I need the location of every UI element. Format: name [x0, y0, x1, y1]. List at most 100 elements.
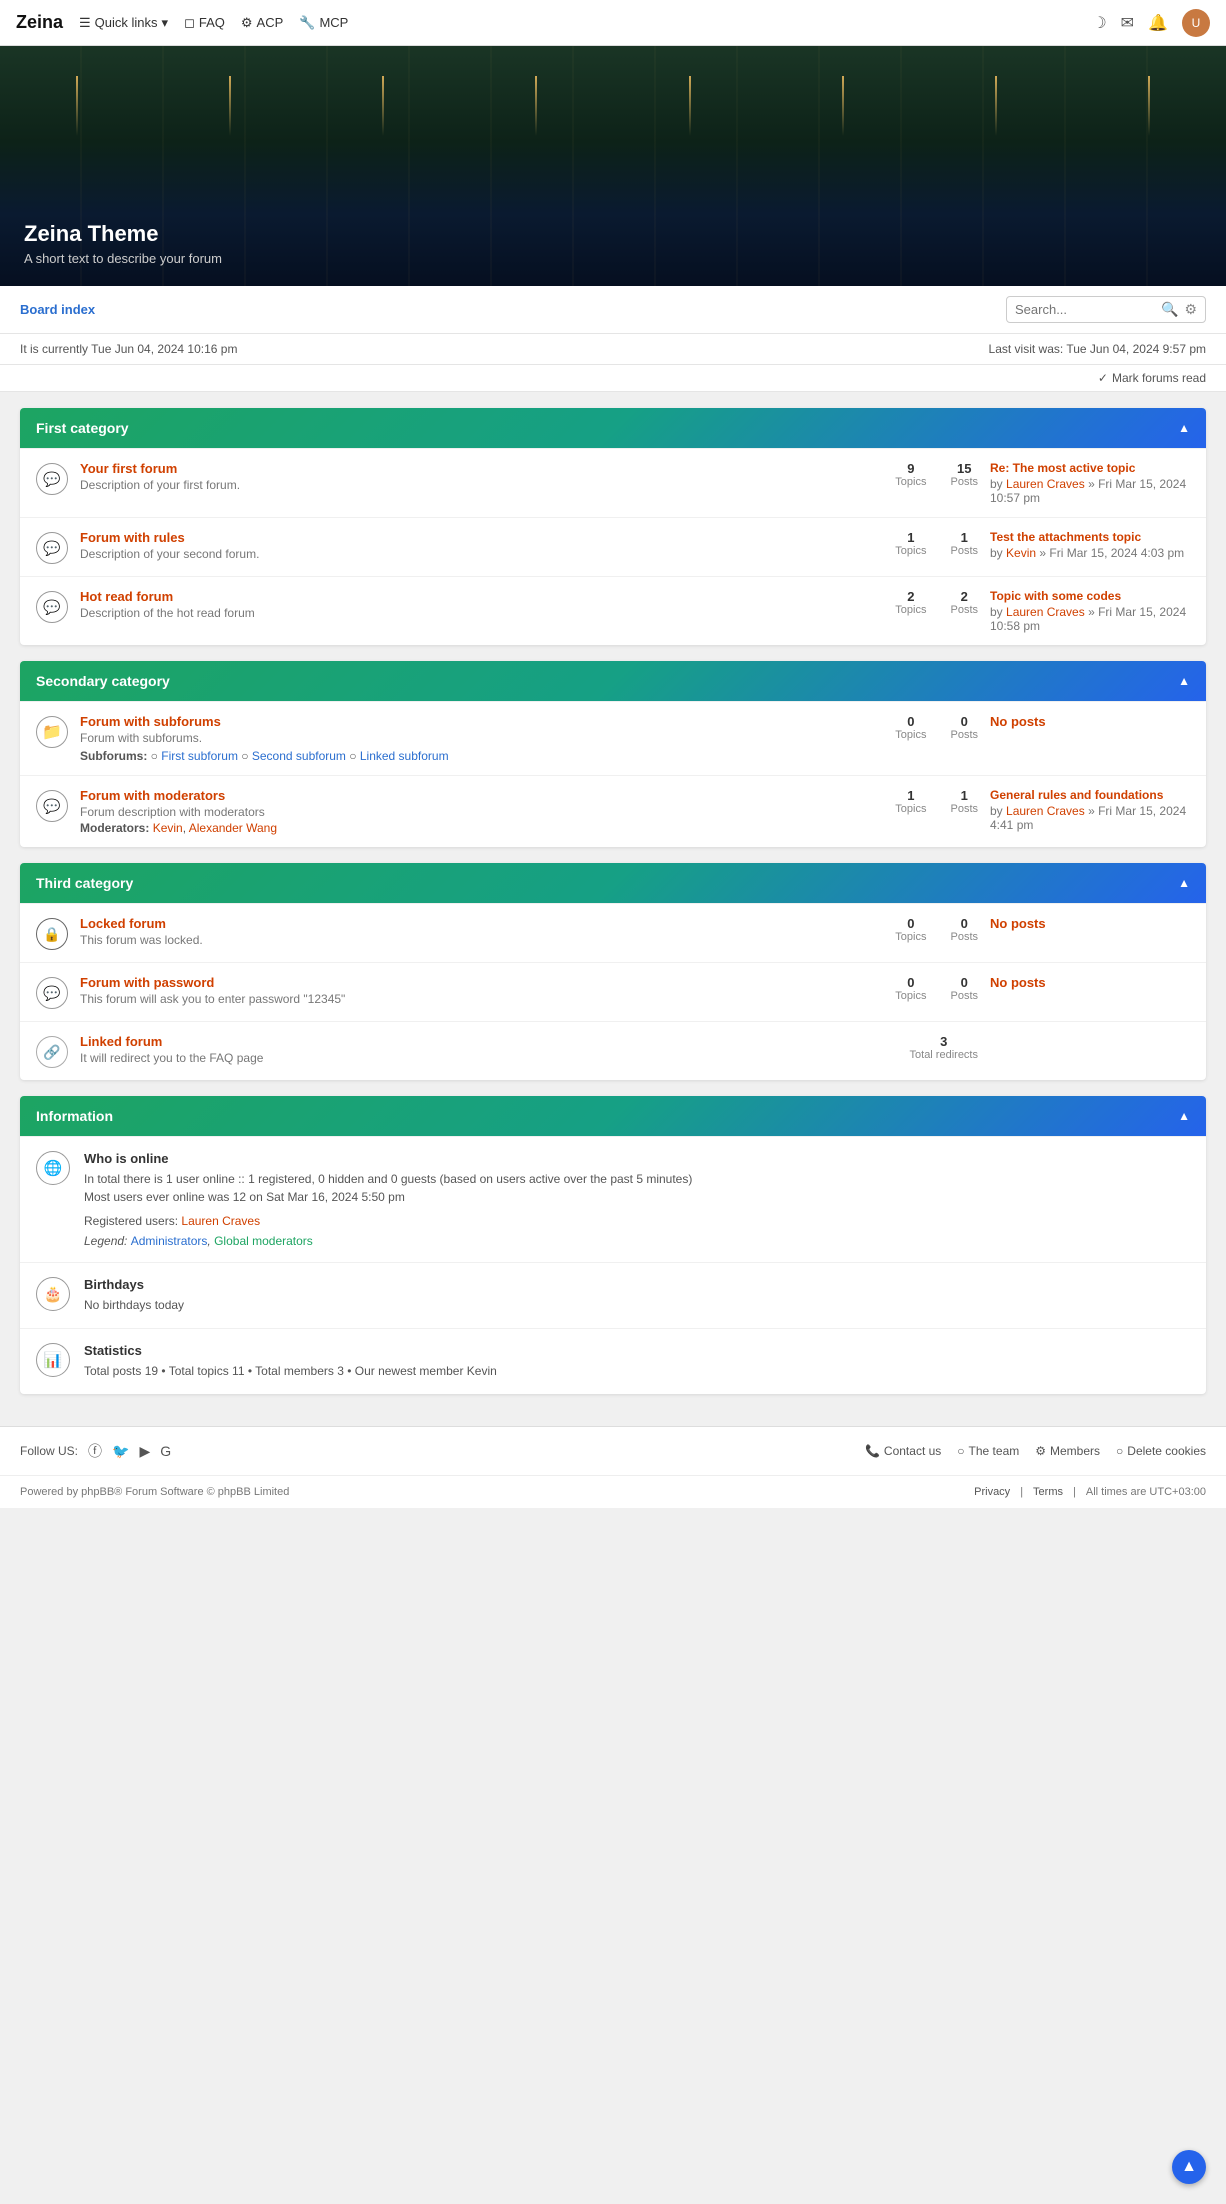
forum-name-link[interactable]: Forum with moderators: [80, 788, 225, 803]
hamburger-icon: ☰: [79, 15, 91, 31]
forum-stats: 0 Topics 0 Posts: [895, 714, 978, 741]
category-information-header[interactable]: Information ▲: [20, 1096, 1206, 1136]
moderator-link-2[interactable]: Alexander Wang: [189, 821, 277, 835]
facebook-icon[interactable]: ⓕ: [88, 1441, 102, 1461]
theme-toggle-icon[interactable]: ☽: [1092, 13, 1106, 33]
privacy-link[interactable]: Privacy: [974, 1486, 1010, 1498]
topics-label: Topics: [895, 476, 926, 488]
birthdays-row: 🎂 Birthdays No birthdays today: [20, 1262, 1206, 1328]
who-is-online-text: In total there is 1 user online :: 1 reg…: [84, 1170, 1190, 1206]
forum-name-link[interactable]: Your first forum: [80, 461, 177, 476]
forum-icon: 💬: [36, 591, 68, 623]
forum-posts-stat: 0 Posts: [950, 916, 978, 943]
forum-name-link[interactable]: Hot read forum: [80, 589, 173, 604]
forum-last-post: No posts: [990, 714, 1190, 729]
last-visit: Last visit was: Tue Jun 04, 2024 9:57 pm: [989, 342, 1206, 356]
forum-stats: 1 Topics 1 Posts: [895, 788, 978, 815]
search-settings-icon[interactable]: ⚙: [1184, 301, 1197, 318]
category-secondary-title: Secondary category: [36, 673, 170, 689]
last-post-author[interactable]: Lauren Craves: [1006, 477, 1085, 491]
forum-icon-locked: 🔒: [36, 918, 68, 950]
forum-topics-stat: 2 Topics: [895, 589, 926, 616]
statistics-row: 📊 Statistics Total posts 19 • Total topi…: [20, 1328, 1206, 1394]
forum-posts-stat: 2 Posts: [950, 589, 978, 616]
forum-desc: Forum with subforums.: [80, 731, 883, 745]
site-brand: Zeina: [16, 12, 63, 33]
scroll-top-button[interactable]: ▲: [1172, 2150, 1206, 2184]
forum-row: 💬 Hot read forum Description of the hot …: [20, 576, 1206, 645]
delete-cookies-link[interactable]: ○ Delete cookies: [1116, 1444, 1206, 1458]
faq-link[interactable]: ◻ FAQ: [184, 15, 225, 31]
statistics-content: Statistics Total posts 19 • Total topics…: [84, 1343, 1190, 1380]
mcp-link[interactable]: 🔧 MCP: [299, 15, 348, 31]
category-information: Information ▲ 🌐 Who is online In total t…: [20, 1096, 1206, 1394]
last-post-link[interactable]: Re: The most active topic: [990, 461, 1135, 475]
forum-name-link[interactable]: Locked forum: [80, 916, 166, 931]
posts-label: Posts: [950, 931, 978, 943]
notification-icon[interactable]: 🔔: [1148, 13, 1168, 33]
last-post-link[interactable]: General rules and foundations: [990, 788, 1163, 802]
redirects-count: 3: [910, 1034, 978, 1049]
chevron-down-icon: ▾: [162, 15, 169, 31]
birthdays-text: No birthdays today: [84, 1296, 1190, 1314]
globe-icon: 🌐: [36, 1151, 70, 1185]
acp-link[interactable]: ⚙ ACP: [241, 15, 283, 31]
mark-forums-read-button[interactable]: ✓ Mark forums read: [1098, 371, 1206, 385]
global-moderators-link[interactable]: Global moderators: [214, 1234, 313, 1248]
search-input[interactable]: [1015, 302, 1155, 317]
youtube-icon[interactable]: ▶: [139, 1443, 150, 1460]
google-icon[interactable]: G: [160, 1443, 171, 1459]
navbar-right: ☽ ✉ 🔔 U: [1092, 9, 1210, 37]
the-team-link[interactable]: ○ The team: [957, 1444, 1019, 1458]
breadcrumb[interactable]: Board index: [20, 302, 95, 317]
forum-name-link[interactable]: Linked forum: [80, 1034, 162, 1049]
moderator-link-1[interactable]: Kevin: [153, 821, 183, 835]
twitter-icon[interactable]: 🐦: [112, 1443, 129, 1460]
category-third-header[interactable]: Third category ▲: [20, 863, 1206, 903]
forum-posts-stat: 1 Posts: [950, 530, 978, 557]
members-link[interactable]: ⚙ Members: [1035, 1444, 1100, 1458]
search-icon[interactable]: 🔍: [1161, 301, 1178, 318]
posts-count: 2: [950, 589, 978, 604]
mail-icon[interactable]: ✉: [1121, 13, 1134, 33]
subforum-link-2[interactable]: Second subforum: [252, 749, 346, 763]
category-first-header[interactable]: First category ▲: [20, 408, 1206, 448]
forum-desc: Description of your second forum.: [80, 547, 883, 561]
forum-info: Forum with subforums Forum with subforum…: [80, 714, 883, 763]
avatar[interactable]: U: [1182, 9, 1210, 37]
forum-name-link[interactable]: Forum with subforums: [80, 714, 221, 729]
subforum-link-3[interactable]: Linked subforum: [360, 749, 449, 763]
posts-label: Posts: [950, 476, 978, 488]
forum-name-link[interactable]: Forum with rules: [80, 530, 185, 545]
posts-count: 0: [950, 975, 978, 990]
who-is-online-content: Who is online In total there is 1 user o…: [84, 1151, 1190, 1248]
follow-us: Follow US: ⓕ 🐦 ▶ G: [20, 1441, 171, 1461]
terms-link[interactable]: Terms: [1033, 1486, 1063, 1498]
forum-info: Linked forum It will redirect you to the…: [80, 1034, 898, 1065]
last-post-author[interactable]: Kevin: [1006, 546, 1036, 560]
breadcrumb-bar: Board index 🔍 ⚙: [0, 286, 1226, 334]
forum-posts-stat: 15 Posts: [950, 461, 978, 488]
forum-row: 💬 Your first forum Description of your f…: [20, 448, 1206, 517]
forum-desc: Description of your first forum.: [80, 478, 883, 492]
birthday-icon: 🎂: [36, 1277, 70, 1311]
registered-user-link[interactable]: Lauren Craves: [181, 1214, 260, 1228]
posts-label: Posts: [950, 729, 978, 741]
forum-name-link[interactable]: Forum with password: [80, 975, 214, 990]
forum-row: 💬 Forum with password This forum will as…: [20, 962, 1206, 1021]
posts-label: Posts: [950, 990, 978, 1002]
administrators-link[interactable]: Administrators: [131, 1234, 208, 1248]
last-post-author[interactable]: Lauren Craves: [1006, 605, 1085, 619]
last-post-link[interactable]: Test the attachments topic: [990, 530, 1141, 544]
last-post-author[interactable]: Lauren Craves: [1006, 804, 1085, 818]
forum-row: 💬 Forum with moderators Forum descriptio…: [20, 775, 1206, 847]
team-icon: ○: [957, 1444, 964, 1458]
topics-count: 1: [895, 788, 926, 803]
contact-us-link[interactable]: 📞 Contact us: [865, 1444, 941, 1458]
category-secondary-header[interactable]: Secondary category ▲: [20, 661, 1206, 701]
quick-links[interactable]: ☰ Quick links ▾: [79, 15, 168, 31]
last-post-link[interactable]: Topic with some codes: [990, 589, 1121, 603]
subforum-link-1[interactable]: First subforum: [161, 749, 238, 763]
gear-icon: ⚙: [241, 15, 253, 31]
forum-last-post: No posts: [990, 916, 1190, 931]
